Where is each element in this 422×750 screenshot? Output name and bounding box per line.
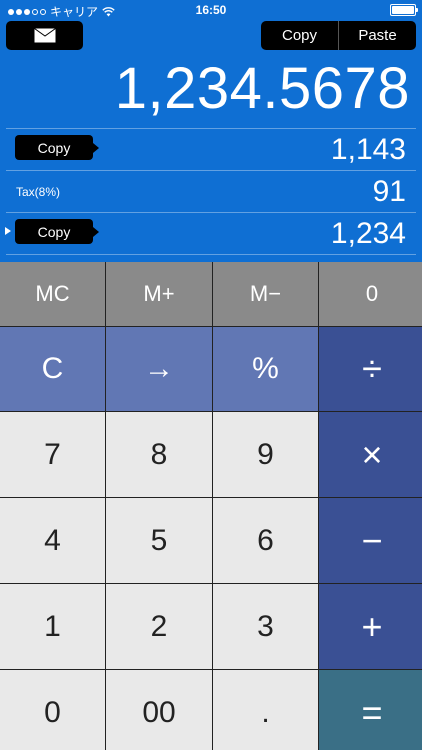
memory-plus-button[interactable]: M+ <box>106 262 212 326</box>
divide-button[interactable]: ÷ <box>319 327 422 411</box>
digit-6-button[interactable]: 6 <box>213 498 318 583</box>
paste-button[interactable]: Paste <box>338 21 416 50</box>
plus-button[interactable]: + <box>319 584 422 669</box>
digit-1-button[interactable]: 1 <box>0 584 105 669</box>
decimal-point-button[interactable]: . <box>213 670 318 750</box>
memory-clear-button[interactable]: MC <box>0 262 105 326</box>
backspace-button[interactable]: → <box>106 327 212 411</box>
digit-2-button[interactable]: 2 <box>106 584 212 669</box>
calculator-display-panel: キャリア 16:50 Copy Paste 1,234.5678 Copy 1,… <box>0 0 422 262</box>
total-value: 1,234 <box>330 217 406 250</box>
memory-value-button[interactable]: 0 <box>319 262 422 326</box>
digit-7-button[interactable]: 7 <box>0 412 105 497</box>
tax-label: Tax(8%) <box>16 185 61 199</box>
tax-value: 91 <box>372 175 406 208</box>
multiply-button[interactable]: × <box>319 412 422 497</box>
digit-0-button[interactable]: 0 <box>0 670 105 750</box>
copy-tag-button[interactable]: Copy <box>15 135 99 160</box>
minus-button[interactable]: − <box>319 498 422 583</box>
status-bar: キャリア 16:50 <box>0 0 422 20</box>
result-row-subtotal: Copy 1,143 <box>6 128 416 170</box>
subtotal-value: 1,143 <box>330 133 406 166</box>
percent-button[interactable]: % <box>213 327 318 411</box>
equals-button[interactable]: = <box>319 670 422 750</box>
keypad: MC M+ M− 0 C → % ÷ 7 8 9 × 4 5 6 − 1 2 3… <box>0 262 422 750</box>
mail-button[interactable] <box>6 21 83 50</box>
selected-row-marker-icon <box>5 227 11 235</box>
status-time: 16:50 <box>195 3 227 17</box>
copy-tag-button[interactable]: Copy <box>15 219 99 244</box>
result-row-tax: Tax(8%) 91 <box>6 170 416 212</box>
digit-5-button[interactable]: 5 <box>106 498 212 583</box>
digit-9-button[interactable]: 9 <box>213 412 318 497</box>
envelope-icon <box>33 28 56 43</box>
digit-4-button[interactable]: 4 <box>0 498 105 583</box>
digit-8-button[interactable]: 8 <box>106 412 212 497</box>
copy-button[interactable]: Copy <box>261 21 338 50</box>
battery-icon <box>390 4 418 16</box>
memory-minus-button[interactable]: M− <box>213 262 318 326</box>
result-row-total: Copy 1,234 <box>5 212 416 254</box>
double-zero-button[interactable]: 00 <box>106 670 212 750</box>
copy-paste-toolbar: Copy Paste <box>261 21 416 50</box>
main-display-value: 1,234.5678 <box>114 56 410 121</box>
digit-3-button[interactable]: 3 <box>213 584 318 669</box>
clear-button[interactable]: C <box>0 327 105 411</box>
divider <box>6 254 416 255</box>
